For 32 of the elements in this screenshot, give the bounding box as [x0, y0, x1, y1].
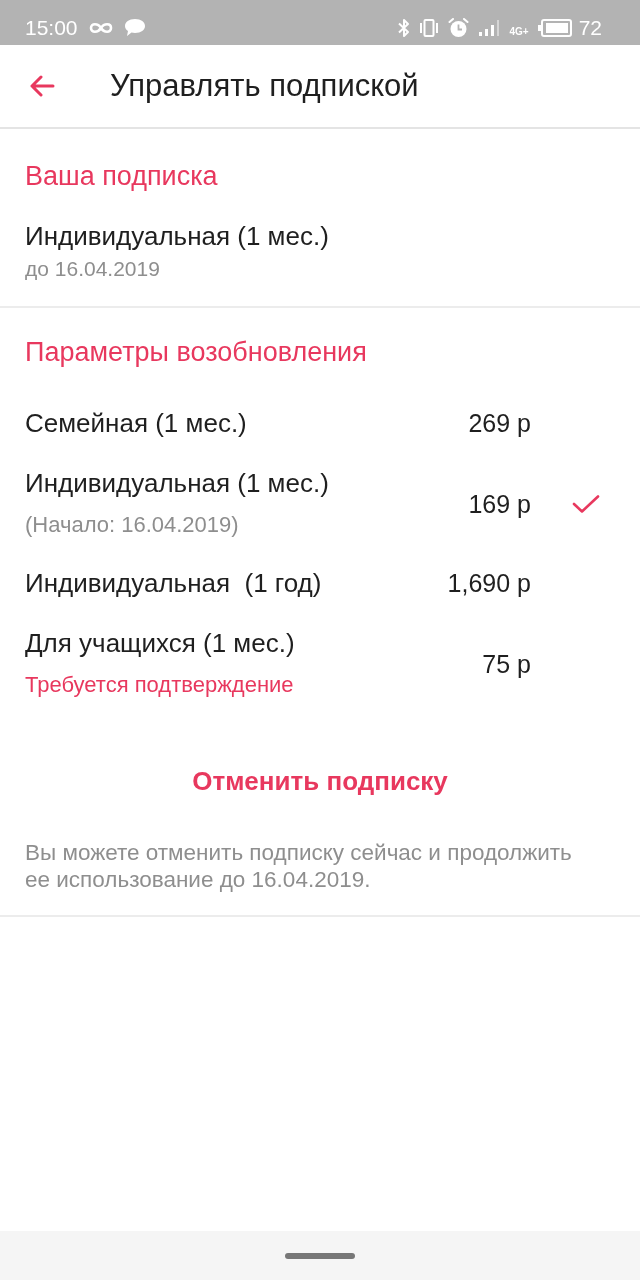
plan-note: Требуется подтверждение	[25, 671, 295, 699]
footnote-text: Вы можете отменить подписку сейчас и продолжить ее использование до 16.04.2019.	[25, 839, 573, 893]
alarm-clock-icon	[448, 17, 470, 38]
back-arrow-icon	[29, 75, 55, 97]
signal-icon	[478, 18, 501, 37]
section-heading: Параметры возобновления	[25, 337, 368, 367]
bluetooth-icon	[398, 17, 411, 38]
battery-percent: 72	[578, 15, 602, 40]
plan-option-row[interactable]: Для учащихся (1 мес.) Требуется подтверждение 75 р	[0, 613, 640, 713]
plan-note: (Начало: 16.04.2019)	[25, 511, 240, 539]
plan-name: Индивидуальная (1 год)	[25, 568, 323, 598]
plan-price: 1,690 р	[447, 568, 531, 598]
plan-price: 269 р	[468, 408, 531, 438]
battery-icon	[537, 18, 572, 37]
vibrate-icon	[419, 18, 440, 37]
infinity-icon	[88, 20, 113, 35]
plan-name: Семейная (1 мес.)	[25, 408, 248, 438]
current-plan-name: Индивидуальная (1 мес.)	[25, 221, 330, 251]
chat-bubble-icon	[123, 18, 146, 37]
plan-name: Индивидуальная (1 мес.)	[25, 468, 330, 498]
plan-price: 75 р	[482, 649, 531, 679]
plan-option-row[interactable]: Семейная (1 мес.) 269 р	[0, 393, 640, 453]
expiry-date: до 16.04.2019	[25, 256, 161, 282]
status-time: 15:00	[25, 15, 78, 40]
plan-name: Для учащихся (1 мес.)	[25, 628, 296, 658]
plan-option-row[interactable]: Индивидуальная (1 год) 1,690 р	[0, 553, 640, 613]
home-indicator[interactable]	[285, 1252, 355, 1259]
page-title: Управлять подпиской	[110, 68, 419, 104]
plan-price: 169 р	[468, 489, 531, 519]
section-heading: Ваша подписка	[25, 161, 219, 191]
network-type: 4G+	[509, 25, 529, 38]
cancel-subscription-button[interactable]: Отменить подписку	[184, 761, 456, 801]
